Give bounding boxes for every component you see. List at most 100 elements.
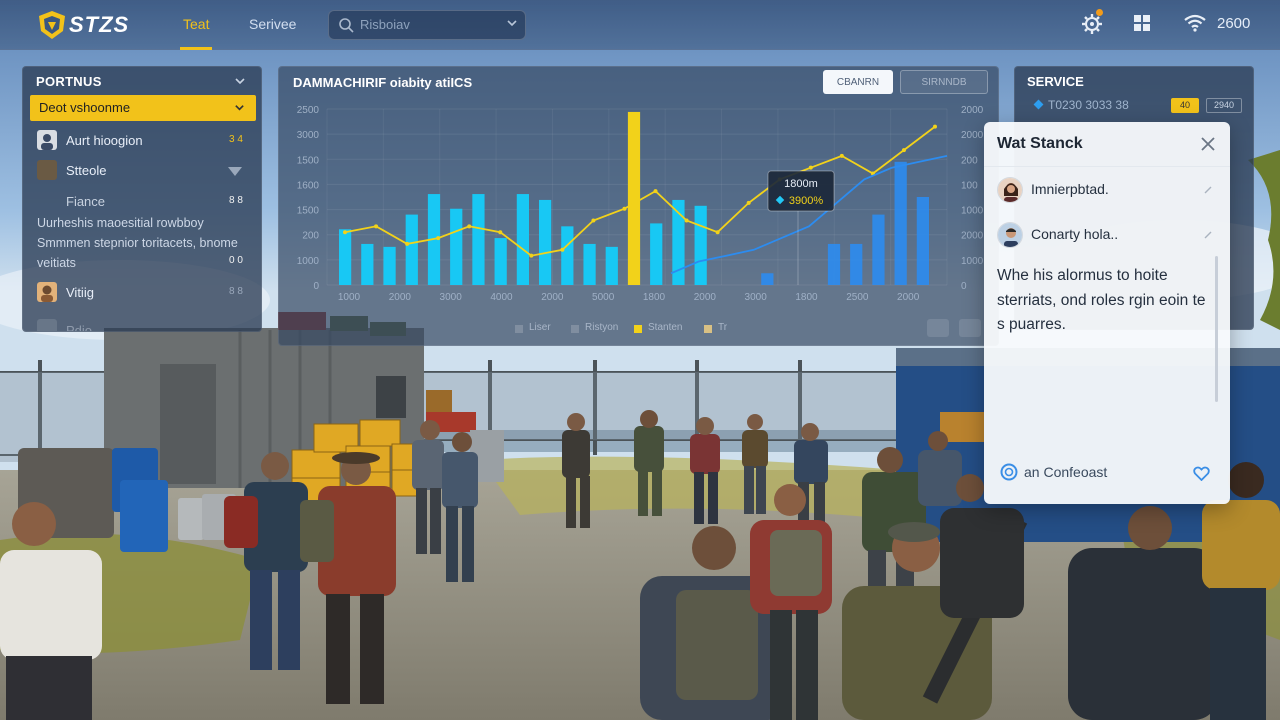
- list-item[interactable]: Imnierpbtad.: [984, 177, 1230, 217]
- list-item-value: 8 8: [229, 195, 243, 206]
- search-input[interactable]: [328, 10, 526, 40]
- series-point: [498, 230, 503, 235]
- x-tick-label: 2000: [541, 292, 564, 303]
- series-point: [839, 153, 844, 158]
- x-tick-label: 3000: [745, 292, 768, 303]
- bar: [583, 243, 596, 285]
- list-item[interactable]: Stteole: [23, 160, 261, 184]
- chart-title: DAMMACHIRIF oiabity atiICS: [293, 75, 473, 90]
- series-point: [715, 230, 720, 235]
- series-point: [808, 165, 813, 170]
- panel-title: PORTNUS: [36, 74, 102, 89]
- close-icon[interactable]: [1200, 136, 1216, 152]
- bar: [450, 208, 463, 285]
- gear-icon[interactable]: [1081, 13, 1103, 35]
- list-item[interactable]: Aurt hioogion 3 4: [23, 130, 261, 154]
- sort-button[interactable]: SIRNNDB: [900, 70, 988, 94]
- list-item[interactable]: Fiance 8 8: [23, 191, 261, 215]
- triangle-down-icon[interactable]: [228, 167, 242, 176]
- series-point: [467, 224, 472, 229]
- series-point: [901, 148, 906, 153]
- service-value: T0230 3033 38: [1048, 98, 1129, 112]
- list-item-value: 8 8: [229, 286, 243, 297]
- legend-swatch: [634, 325, 642, 333]
- status-badge[interactable]: 2940: [1206, 98, 1242, 113]
- list-item-label: Vitiig: [66, 285, 94, 300]
- y-tick-label: 2500: [297, 105, 320, 116]
- avatar: [37, 160, 57, 180]
- legend-label: Stanten: [648, 322, 683, 333]
- tab-service[interactable]: Serivee: [249, 16, 296, 32]
- blue-barrel: [120, 480, 168, 552]
- series-point: [343, 230, 347, 235]
- chevron-down-icon: [235, 105, 244, 111]
- chevron-down-icon[interactable]: [234, 75, 246, 87]
- series-point: [933, 124, 937, 129]
- status-badge[interactable]: 40: [1171, 98, 1199, 113]
- y-tick-label: 1600: [297, 180, 320, 191]
- bar: [761, 273, 774, 285]
- heart-icon[interactable]: [1193, 466, 1210, 481]
- legend-label: Liser: [529, 322, 551, 333]
- portnus-panel: PORTNUS Deot vshoonme Aurt hioogion 3 4 …: [22, 66, 262, 332]
- bar: [494, 238, 507, 285]
- legend-swatch: [515, 325, 523, 333]
- bar: [605, 246, 618, 285]
- bar: [872, 214, 885, 285]
- wifi-icon[interactable]: [1184, 14, 1206, 32]
- tooltip-value: 1800m: [784, 178, 818, 190]
- bar: [694, 205, 707, 285]
- chevron-down-icon[interactable]: [506, 17, 518, 29]
- y-tick-label: 1500: [297, 206, 320, 217]
- avatar: [37, 130, 57, 150]
- bar: [916, 197, 929, 285]
- legend-swatch: [571, 325, 579, 333]
- list-item[interactable]: Conarty hola..: [984, 222, 1230, 262]
- popup-title: Wat Stanck: [997, 135, 1083, 152]
- bar: [472, 194, 485, 285]
- popup-link[interactable]: an Confeoast: [1024, 464, 1107, 480]
- list-item-value: 3 4: [229, 134, 243, 145]
- expand-icon[interactable]: [927, 319, 949, 337]
- category-dropdown[interactable]: Deot vshoonme: [30, 95, 256, 121]
- list-item[interactable]: Vitiig 8 8: [23, 282, 261, 306]
- series-point: [374, 224, 379, 229]
- y-tick-label-right: 0: [961, 281, 967, 292]
- x-tick-label: 1800: [643, 292, 666, 303]
- bar: [627, 111, 641, 285]
- settings-icon[interactable]: [959, 319, 981, 337]
- legend-swatch: [704, 325, 712, 333]
- bar: [383, 246, 396, 285]
- y-tick-label: 0: [313, 281, 319, 292]
- bar: [339, 229, 352, 285]
- stack-popup: Wat Stanck Imnierpbtad. Conarty hola.. W…: [984, 122, 1230, 504]
- y-tick-label-right: 2000: [961, 231, 984, 242]
- series-point: [560, 247, 565, 252]
- grid-icon[interactable]: [1134, 15, 1151, 32]
- list-item-label: Conarty hola..: [1031, 226, 1119, 242]
- x-tick-label: 4000: [490, 292, 513, 303]
- description-text: Uurheshis maoesitial rowbboy Smmmen step…: [37, 216, 238, 270]
- panel-title: SERVICE: [1027, 74, 1084, 89]
- status-value: 2600: [1217, 15, 1251, 32]
- popup-body-text: Whe his alormus to hoite sterriats, ond …: [997, 267, 1206, 333]
- list-item-label[interactable]: Pdio: [66, 323, 92, 331]
- container-door: [160, 364, 216, 484]
- search-button[interactable]: CBANRN: [823, 70, 893, 94]
- chevron-right-icon: [1204, 231, 1212, 239]
- top-bar: STZS Teat Serivee Risboiav 2600: [0, 0, 1280, 50]
- series-point: [529, 253, 534, 258]
- list-item-label: Imnierpbtad.: [1031, 181, 1109, 197]
- description-value: 0 0: [229, 255, 243, 266]
- y-tick-label-right: 2000: [961, 105, 984, 116]
- container-window: [376, 376, 406, 418]
- scrollbar[interactable]: [1215, 256, 1218, 402]
- tab-teat[interactable]: Teat: [183, 16, 209, 32]
- x-tick-label: 3000: [440, 292, 463, 303]
- list-item-label: Fiance: [66, 194, 106, 209]
- shield-logo-icon: [39, 11, 65, 39]
- brand-name: STZS: [69, 12, 130, 37]
- y-tick-label-right: 1000: [961, 256, 984, 267]
- crate-stack: [426, 390, 452, 412]
- series-point: [436, 236, 441, 241]
